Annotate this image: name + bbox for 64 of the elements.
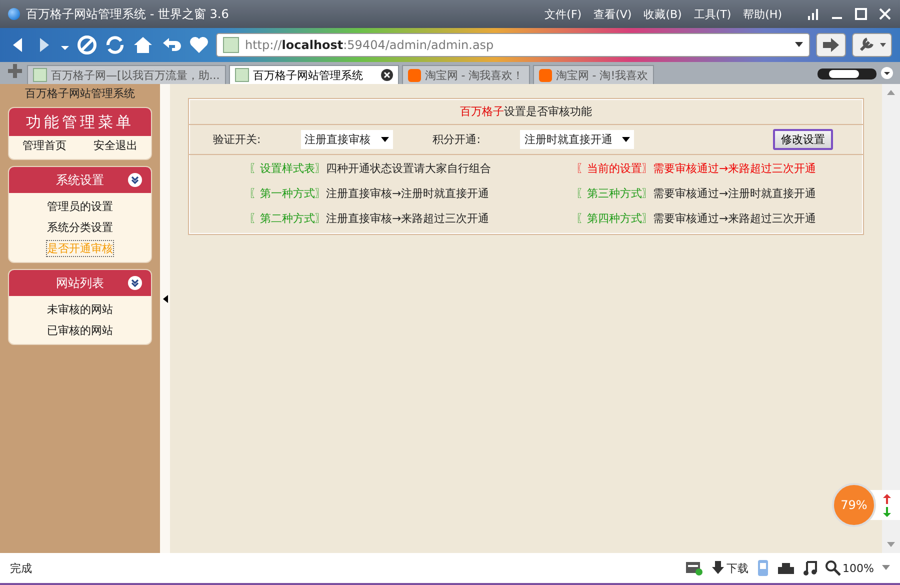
- zoom-icon: [824, 560, 841, 576]
- sidebar-link[interactable]: 管理首页: [22, 138, 66, 153]
- zoom-button[interactable]: 100%: [824, 560, 874, 576]
- browser-tab[interactable]: 淘宝网 - 淘!我喜欢: [532, 65, 654, 84]
- sidebar-item[interactable]: 系统分类设置: [47, 220, 113, 235]
- close-icon[interactable]: [878, 8, 892, 20]
- dropdown-caret-icon[interactable]: [795, 42, 803, 48]
- menu-item[interactable]: 帮助(H): [743, 6, 782, 22]
- page-title: 百万格子设置是否审核功能: [189, 99, 863, 125]
- menu-item[interactable]: 查看(V): [594, 6, 632, 22]
- zoom-caret-icon[interactable]: [882, 565, 890, 571]
- sidebar-item[interactable]: 管理员的设置: [47, 199, 113, 214]
- status-text: 完成: [10, 560, 32, 576]
- globe-icon: [8, 8, 20, 20]
- menu-item[interactable]: 收藏(B): [644, 6, 682, 22]
- heart-icon[interactable]: [188, 34, 210, 56]
- collapse-icon[interactable]: [127, 172, 143, 188]
- browser-tab[interactable]: 淘宝网 - 淘我喜欢！: [402, 65, 530, 84]
- close-tab-icon[interactable]: [380, 69, 393, 81]
- sidebar-heading: 百万格子网站管理系统: [24, 86, 136, 101]
- address-field[interactable]: http://localhost:59404/admin/admin.asp: [216, 33, 810, 57]
- sidebar-link[interactable]: 安全退出: [94, 138, 138, 153]
- submit-button[interactable]: 修改设置: [773, 129, 833, 150]
- caret-icon[interactable]: [622, 137, 630, 142]
- browser-tab[interactable]: 百万格子网—[以我百万流量，助...: [27, 65, 226, 84]
- stop-icon[interactable]: [76, 34, 98, 56]
- option-description: 〖第四种方式〗需要审核通过→来路超过三次开通: [575, 211, 818, 226]
- option-description: 〖当前的设置〗需要审核通过→来路超过三次开通: [575, 161, 818, 176]
- window-title: 百万格子网站管理系统 - 世界之窗 3.6: [26, 6, 230, 22]
- select-field[interactable]: 注册时就直接开通: [520, 130, 634, 149]
- collapse-arrow-icon[interactable]: [162, 294, 168, 302]
- tools-button[interactable]: [852, 33, 892, 57]
- maximize-icon[interactable]: [854, 8, 868, 20]
- music-icon[interactable]: [802, 560, 817, 576]
- section-title: 网站列表: [56, 274, 104, 292]
- download-icon: [710, 560, 725, 576]
- field-label: 验证开关:: [213, 132, 261, 147]
- menu-item[interactable]: 工具(T): [694, 6, 732, 22]
- browser-tab[interactable]: 百万格子网站管理系统: [228, 65, 399, 84]
- new-tab-icon[interactable]: [6, 62, 24, 80]
- signal-icon: [806, 8, 820, 20]
- option-description: 〖第二种方式〗注册直接审核→来路超过三次开通: [248, 211, 490, 226]
- select-field[interactable]: 注册直接审核: [300, 130, 393, 149]
- scroll-toggle-icon[interactable]: [817, 68, 877, 80]
- menu-item[interactable]: 文件(F): [544, 6, 582, 22]
- download-arrow-icon: [883, 506, 891, 516]
- option-description: 〖设置样式表〗四种开通状态设置请大家自行组合: [248, 161, 492, 176]
- refresh-icon[interactable]: [104, 34, 126, 56]
- download-button[interactable]: 下载: [710, 560, 749, 576]
- upload-arrow-icon: [883, 494, 891, 504]
- caret-icon[interactable]: [380, 137, 389, 142]
- home-icon[interactable]: [132, 34, 154, 56]
- speed-meter: 79%: [832, 483, 876, 527]
- go-button[interactable]: [816, 33, 846, 57]
- option-description: 〖第一种方式〗注册直接审核→注册时就直接开通: [248, 186, 490, 201]
- option-description: 〖第三种方式〗需要审核通过→注册时就直接开通: [575, 186, 818, 201]
- section-title: 系统设置: [56, 172, 104, 188]
- menu-title: 功能管理菜单: [9, 108, 151, 136]
- sidebar-item[interactable]: 未审核的网站: [47, 302, 113, 317]
- collapse-icon[interactable]: [127, 275, 143, 291]
- tab-menu-icon[interactable]: [880, 66, 894, 80]
- sidebar-item[interactable]: 已审核的网站: [47, 323, 113, 338]
- window-icon[interactable]: [684, 560, 703, 576]
- field-label: 积分开通:: [432, 132, 480, 147]
